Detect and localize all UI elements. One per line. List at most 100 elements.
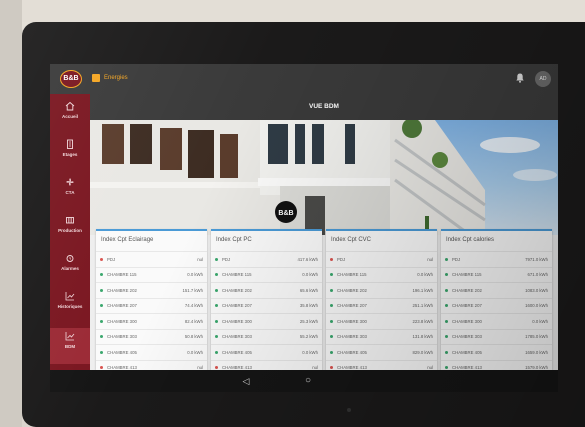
status-dot <box>100 319 103 323</box>
meter-name: CHAMBRE 300 <box>107 318 137 324</box>
status-dot <box>445 350 448 354</box>
meter-value: 0.0 kWh <box>302 272 318 278</box>
meter-row[interactable]: CHAMBRE 300 25.3 kWh <box>211 313 322 329</box>
sidebar-item-label: Historiques <box>57 304 83 309</box>
meter-name: CHAMBRE 303 <box>222 334 252 340</box>
status-dot <box>330 335 333 339</box>
meter-row[interactable]: CHAMBRE 207 74.4 kWh <box>96 297 207 314</box>
meter-name: CHAMBRE 207 <box>452 303 482 309</box>
meter-value: nul <box>427 256 433 262</box>
meter-row[interactable]: PDJ 417.6 kWh <box>211 251 322 267</box>
status-dot <box>100 335 103 339</box>
meter-row[interactable]: CHAMBRE 202 1083.0 kWh <box>441 282 552 298</box>
sidebar-item-etages[interactable]: Etages <box>50 136 90 172</box>
meter-name: CHAMBRE 202 <box>452 287 482 293</box>
sidebar-item-label: CTA <box>65 190 75 195</box>
status-dot <box>330 288 333 292</box>
meter-row[interactable]: CHAMBRE 303 50.8 kWh <box>96 328 207 345</box>
meter-row[interactable]: CHAMBRE 207 1600.0 kWh <box>441 297 552 314</box>
back-button[interactable]: ◁ <box>240 375 252 387</box>
meter-row[interactable]: CHAMBRE 115 0.0 kWh <box>96 266 207 283</box>
sidebar-item-cta[interactable]: CTA <box>50 174 90 210</box>
meter-value: 25.3 kWh <box>299 318 318 324</box>
status-dot <box>215 288 218 292</box>
meter-row[interactable]: CHAMBRE 413 1579.0 kWh <box>441 359 552 370</box>
home-button[interactable]: ○ <box>302 375 314 387</box>
bell-icon[interactable] <box>516 73 524 83</box>
status-dot <box>330 257 333 261</box>
meter-value: 829.0 kWh <box>412 349 433 355</box>
brand-logo[interactable]: B&B <box>60 70 82 88</box>
meter-row[interactable]: PDJ nul <box>96 251 207 267</box>
status-dot <box>330 350 333 354</box>
meter-name: CHAMBRE 115 <box>337 272 367 278</box>
meter-row[interactable]: CHAMBRE 115 0.0 kWh <box>326 266 437 283</box>
status-dot <box>330 366 333 370</box>
meter-row[interactable]: CHAMBRE 115 671.0 kWh <box>441 266 552 283</box>
meter-value: 671.0 kWh <box>527 272 548 278</box>
meter-value: 7971.0 kWh <box>525 256 548 262</box>
status-dot <box>215 319 218 323</box>
card-title: Index Cpt CVC <box>331 237 372 243</box>
meter-name: CHAMBRE 300 <box>222 318 252 324</box>
meter-value: 65.6 kWh <box>299 287 318 293</box>
meter-value: 1659.0 kWh <box>525 349 548 355</box>
meter-row[interactable]: CHAMBRE 405 829.0 kWh <box>326 344 437 360</box>
sidebar-item-production[interactable]: Production <box>50 212 90 248</box>
meter-row[interactable]: CHAMBRE 405 0.0 kWh <box>96 344 207 360</box>
building-sign: B&B <box>278 210 293 217</box>
meter-row[interactable]: CHAMBRE 202 65.6 kWh <box>211 282 322 298</box>
sidebar-item-bdm[interactable]: BDM <box>50 328 90 364</box>
meter-row[interactable]: CHAMBRE 300 0.0 kWh <box>441 313 552 329</box>
meter-row[interactable]: CHAMBRE 303 1785.0 kWh <box>441 328 552 345</box>
meter-row[interactable]: CHAMBRE 202 196.1 kWh <box>326 282 437 298</box>
sidebar: Accueil Etages CTA Production Alarmes Hi… <box>50 94 90 370</box>
status-dot <box>330 319 333 323</box>
meter-value: 0.0 kWh <box>417 272 433 278</box>
meter-row[interactable]: CHAMBRE 300 82.4 kWh <box>96 313 207 329</box>
card-title: Index Cpt PC <box>216 237 252 243</box>
status-dot <box>100 366 103 370</box>
meter-row[interactable]: CHAMBRE 405 1659.0 kWh <box>441 344 552 360</box>
breadcrumb[interactable]: Energies <box>92 74 128 82</box>
card-title: Index Cpt calories <box>446 237 495 243</box>
meter-row[interactable]: CHAMBRE 303 131.8 kWh <box>326 328 437 345</box>
meter-row[interactable]: PDJ nul <box>326 251 437 267</box>
meter-row[interactable]: PDJ 7971.0 kWh <box>441 251 552 267</box>
meter-name: PDJ <box>337 256 346 262</box>
status-dot <box>445 273 448 277</box>
meter-name: CHAMBRE 202 <box>107 287 137 293</box>
status-dot <box>100 288 103 292</box>
meter-card: Index Cpt PC PDJ 417.6 kWh CHAMBRE 115 0.0 k… <box>211 229 322 370</box>
status-dot <box>215 350 218 354</box>
meter-name: CHAMBRE 115 <box>222 272 252 278</box>
meter-row[interactable]: CHAMBRE 115 0.0 kWh <box>211 266 322 283</box>
meter-row[interactable]: CHAMBRE 300 223.8 kWh <box>326 313 437 329</box>
sidebar-item-label: BDM <box>64 344 76 349</box>
sidebar-item-alarmes[interactable]: Alarmes <box>50 250 90 286</box>
meter-name: PDJ <box>452 256 461 262</box>
breadcrumb-label: Energies <box>104 75 128 81</box>
chart-icon <box>65 332 75 341</box>
status-dot <box>445 304 448 308</box>
meter-row[interactable]: CHAMBRE 413 nul <box>211 359 322 370</box>
title-bar: VUE BDM <box>90 94 558 120</box>
status-dot <box>100 350 103 354</box>
meter-row[interactable]: CHAMBRE 207 35.8 kWh <box>211 297 322 314</box>
meter-row[interactable]: CHAMBRE 413 nul <box>326 359 437 370</box>
status-dot <box>215 257 218 261</box>
meter-row[interactable]: CHAMBRE 405 0.0 kWh <box>211 344 322 360</box>
meter-row[interactable]: CHAMBRE 207 251.1 kWh <box>326 297 437 314</box>
meter-name: CHAMBRE 207 <box>222 303 252 309</box>
sidebar-item-accueil[interactable]: Accueil <box>50 98 90 134</box>
meter-row[interactable]: CHAMBRE 303 55.2 kWh <box>211 328 322 345</box>
meter-row[interactable]: CHAMBRE 202 151.7 kWh <box>96 282 207 298</box>
meter-row[interactable]: CHAMBRE 413 nul <box>96 359 207 370</box>
card-title: Index Cpt Eclairage <box>101 237 154 243</box>
meter-name: CHAMBRE 300 <box>337 318 367 324</box>
meter-value: 50.8 kWh <box>184 334 203 340</box>
status-dot <box>100 304 103 308</box>
home-icon <box>65 101 75 111</box>
user-avatar[interactable]: AD <box>535 71 551 87</box>
sidebar-item-historiques[interactable]: Historiques <box>50 288 90 324</box>
